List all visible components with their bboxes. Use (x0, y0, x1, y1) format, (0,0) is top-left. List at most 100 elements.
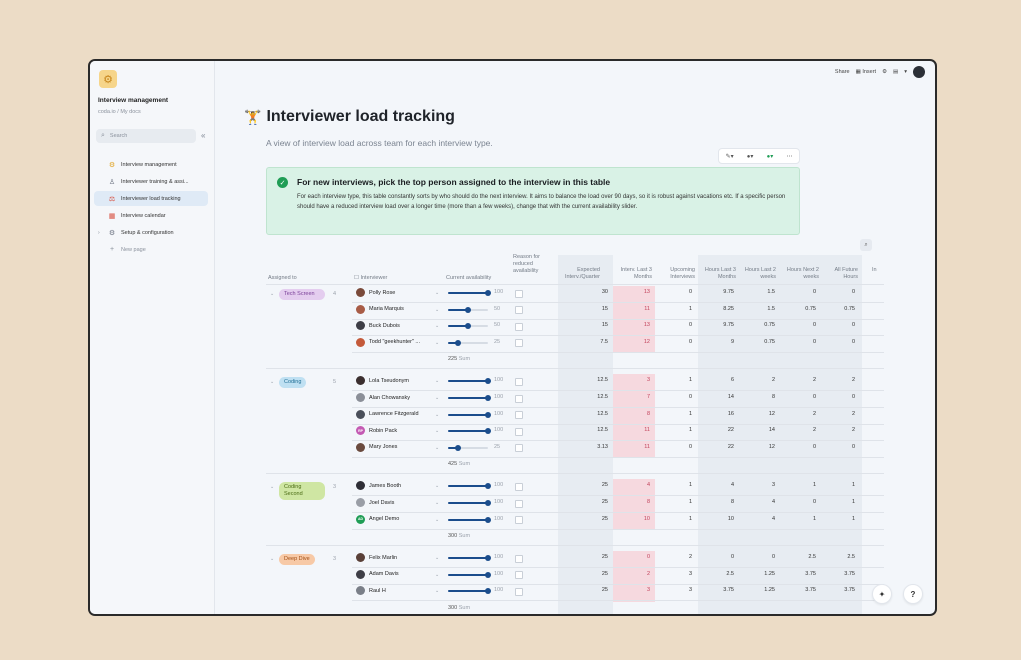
collapse-sidebar-icon[interactable]: « (201, 131, 205, 140)
help-button[interactable]: ? (903, 584, 923, 604)
group-collapse-icon[interactable]: ⌄ (270, 556, 274, 562)
slider-handle[interactable] (485, 516, 491, 523)
sidebar-item-interview-calendar[interactable]: ▦ Interview calendar (94, 208, 208, 223)
more-options-icon[interactable]: ⋯ (786, 153, 792, 160)
availability-slider[interactable] (448, 378, 491, 385)
reason-checkbox[interactable] (515, 554, 523, 563)
availability-slider[interactable] (448, 323, 488, 330)
doc-title[interactable]: Interview management (98, 97, 168, 104)
chevron-down-icon[interactable]: ⌄ (435, 483, 439, 489)
chevron-down-icon[interactable]: ⌄ (435, 588, 439, 594)
table-search-icon[interactable]: ⌕ (860, 239, 872, 251)
availability-slider[interactable] (448, 555, 491, 562)
chevron-down-icon[interactable]: ⌄ (435, 323, 439, 329)
reason-checkbox[interactable] (515, 427, 523, 436)
chevron-down-icon[interactable]: ⌄ (435, 340, 439, 346)
slider-handle[interactable] (485, 500, 491, 506)
sidebar-item-interviewer-load-tracking[interactable]: ⚖ Interviewer load tracking (94, 191, 208, 206)
interviewer-cell[interactable]: RP Robin Pack (356, 426, 397, 436)
slider-handle[interactable] (485, 555, 491, 562)
reason-checkbox[interactable] (515, 571, 523, 580)
group-tag-coding-second[interactable]: Coding Second (279, 482, 325, 501)
group-collapse-icon[interactable]: ⌄ (270, 379, 274, 385)
chevron-down-icon[interactable]: ⌄ (435, 307, 439, 313)
interviewer-cell[interactable]: Joel Davis (356, 498, 394, 507)
interviewer-cell[interactable]: James Booth (356, 481, 401, 491)
interviewer-cell[interactable]: Todd "geekhunter" ... (356, 337, 420, 347)
doc-logo-icon[interactable]: ⚙ (99, 70, 117, 88)
settings-icon[interactable]: ⚙ (882, 69, 887, 75)
column-header-upcoming[interactable]: Upcoming Interviews (655, 267, 695, 281)
reason-checkbox[interactable] (515, 306, 523, 315)
reason-checkbox[interactable] (515, 322, 523, 331)
interviewer-cell[interactable]: AD Angel Demo (356, 514, 399, 524)
reason-checkbox[interactable] (515, 482, 523, 491)
slider-handle[interactable] (485, 483, 491, 490)
slider-handle[interactable] (485, 378, 491, 385)
sidebar-item-interview-management[interactable]: ⚙ Interview management (94, 157, 208, 172)
reason-checkbox[interactable] (515, 377, 523, 386)
chevron-right-icon[interactable]: › (98, 230, 100, 236)
doc-breadcrumb[interactable]: coda.io / My docs (98, 109, 141, 115)
reason-checkbox[interactable] (515, 516, 523, 525)
sidebar-item-interviewer-training-assi[interactable]: ♙ Interviewer training & assi... (94, 174, 208, 189)
group-collapse-icon[interactable]: ⌄ (270, 484, 274, 490)
availability-slider[interactable] (448, 483, 491, 490)
slider-handle[interactable] (485, 571, 491, 578)
availability-slider[interactable] (448, 339, 488, 346)
availability-slider[interactable] (448, 395, 491, 401)
column-header-hours-last-2w[interactable]: Hours Last 2 weeks (736, 267, 776, 281)
interviewer-cell[interactable]: Polly Rose (356, 288, 395, 297)
availability-slider[interactable] (448, 516, 491, 523)
interviewer-cell[interactable]: Lola Tseudonym (356, 376, 409, 386)
group-tag-tech-screen[interactable]: Tech Screen (279, 289, 325, 300)
interviewer-cell[interactable]: Alan Chowansky (356, 393, 410, 402)
column-header-assigned-to[interactable]: Assigned to (268, 275, 297, 282)
slider-handle[interactable] (485, 395, 491, 401)
column-header-hours-next-2w[interactable]: Hours Next 2 weeks (779, 267, 819, 281)
sidebar-item-setup-configuration[interactable]: › ⚙ Setup & configuration (94, 225, 208, 240)
slider-handle[interactable] (455, 339, 461, 346)
reason-checkbox[interactable] (515, 587, 523, 596)
availability-slider[interactable] (448, 306, 488, 313)
chevron-down-icon[interactable]: ⌄ (435, 445, 439, 451)
chevron-down-icon[interactable]: ⌄ (435, 412, 439, 418)
slider-handle[interactable] (455, 444, 461, 451)
interviewer-cell[interactable]: Adam Davis (356, 569, 399, 579)
sparkle-assistant-button[interactable]: ✦ (872, 584, 892, 604)
pen-icon[interactable]: ✎▾ (726, 153, 734, 160)
interviewer-cell[interactable]: Felix Marlin (356, 553, 397, 563)
column-header-extra[interactable]: In (872, 267, 877, 274)
chevron-down-icon[interactable]: ⌄ (435, 555, 439, 561)
new-page-button[interactable]: + New page (94, 242, 208, 257)
reason-checkbox[interactable] (515, 411, 523, 420)
slider-handle[interactable] (465, 323, 471, 330)
column-header-interviewer[interactable]: ☐ Interviewer (354, 275, 387, 282)
column-header-reason[interactable]: Reason for reduced availability (513, 254, 553, 275)
insert-button[interactable]: ▦ Insert (856, 69, 877, 75)
user-avatar[interactable] (913, 66, 925, 78)
chevron-down-icon[interactable]: ⌄ (435, 395, 439, 401)
interviewer-cell[interactable]: Lawrence Fitzgerald (356, 409, 419, 419)
slider-handle[interactable] (485, 588, 491, 595)
chevron-down-icon[interactable]: ⌄ (435, 290, 439, 296)
reason-checkbox[interactable] (515, 289, 523, 298)
comments-icon[interactable]: ▤ (893, 69, 898, 75)
column-header-current-availability[interactable]: Current availability (446, 275, 491, 282)
availability-slider[interactable] (448, 428, 491, 435)
reason-checkbox[interactable] (515, 339, 523, 348)
slider-handle[interactable] (485, 428, 491, 435)
column-header-all-future[interactable]: All Future Hours (820, 267, 858, 281)
interviewer-cell[interactable]: Buck Dubois (356, 321, 400, 331)
status-icon[interactable]: ●▾ (767, 153, 774, 160)
reason-checkbox[interactable] (515, 499, 523, 508)
availability-slider[interactable] (448, 411, 491, 418)
group-tag-coding[interactable]: Coding (279, 377, 307, 389)
chevron-down-icon[interactable]: ⌄ (435, 378, 439, 384)
chevron-down-icon[interactable]: ⌄ (435, 517, 439, 523)
search-input[interactable]: ⌕ Search (96, 129, 196, 143)
chevron-down-icon[interactable]: ▾ (904, 69, 907, 75)
column-header-hours-last-3m[interactable]: Hours Last 3 Months (696, 267, 736, 281)
availability-slider[interactable] (448, 500, 491, 506)
chevron-down-icon[interactable]: ⌄ (435, 500, 439, 506)
